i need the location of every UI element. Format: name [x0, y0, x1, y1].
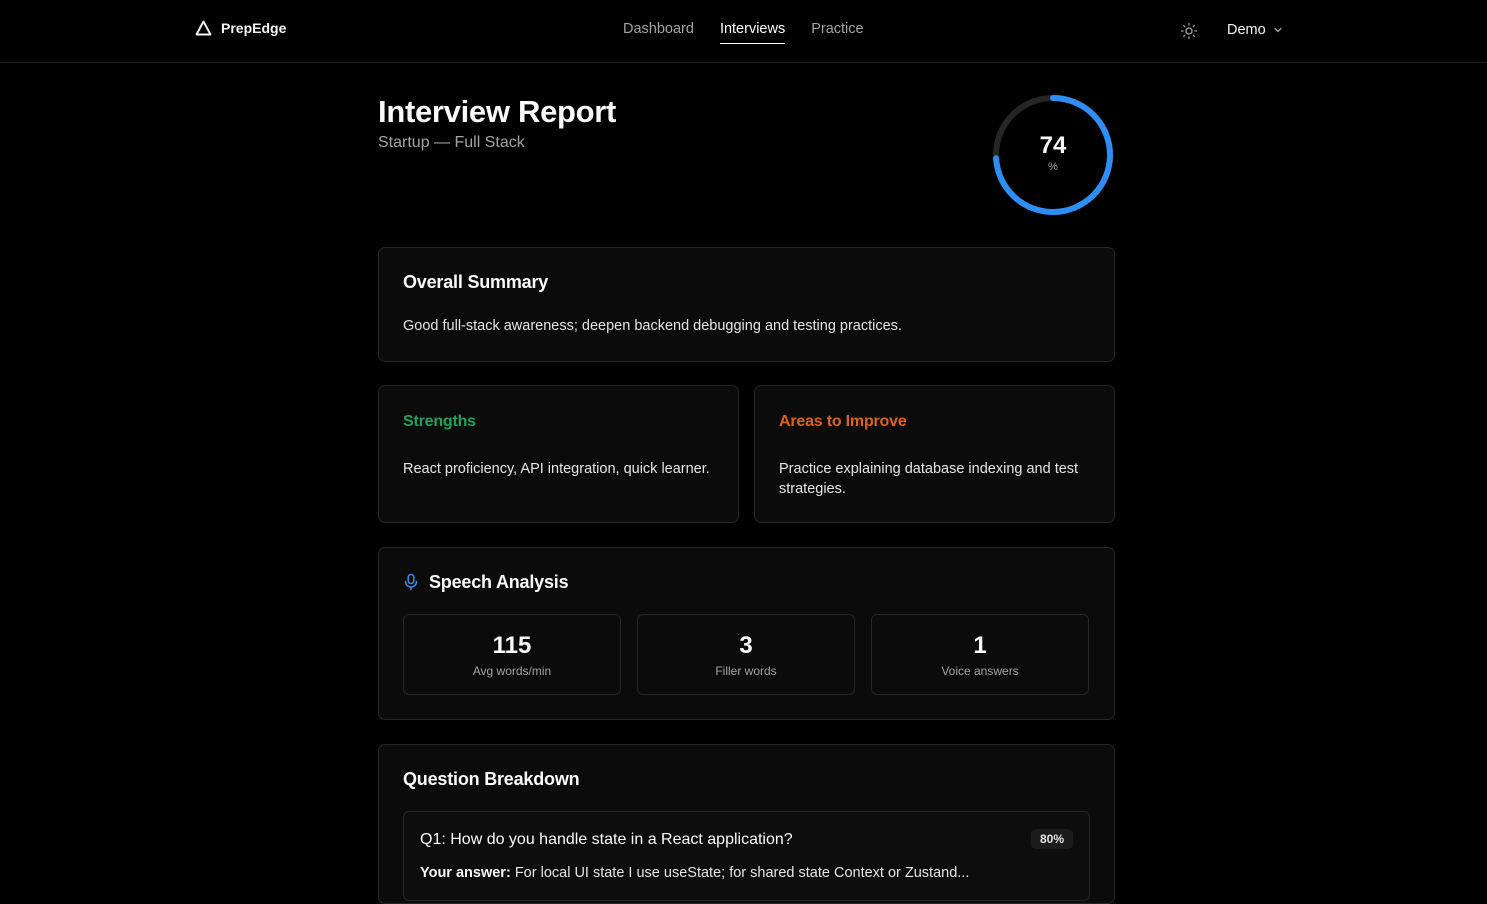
user-name: Demo	[1227, 22, 1266, 38]
stat-label: Avg words/min	[472, 664, 552, 678]
stat-filler-words: 3 Filler words	[637, 614, 855, 695]
strengths-card: Strengths React proficiency, API integra…	[378, 385, 739, 523]
stat-voice-answers: 1 Voice answers	[871, 614, 1089, 695]
strengths-title: Strengths	[403, 413, 476, 430]
strengths-text: React proficiency, API integration, quic…	[403, 461, 710, 477]
question-score-badge: 80%	[1030, 829, 1073, 849]
stat-value: 3	[739, 632, 753, 659]
answer-text: For local UI state I use useState; for s…	[514, 865, 970, 881]
stat-label: Filler words	[715, 664, 777, 678]
brand-name: PrepEdge	[221, 20, 287, 36]
summary-title: Overall Summary	[403, 272, 549, 292]
improve-title: Areas to Improve	[779, 413, 907, 430]
speech-analysis-card: Speech Analysis 115 Avg words/min 3 Fill…	[378, 547, 1115, 720]
chevron-down-icon	[1274, 27, 1282, 33]
score-value: 74	[1039, 132, 1067, 159]
stat-value: 1	[973, 632, 987, 659]
improve-text: Practice explaining database indexing an…	[779, 461, 1079, 497]
triangle-logo-icon	[195, 20, 212, 36]
summary-text: Good full-stack awareness; deepen backen…	[403, 318, 902, 334]
stat-avg-words: 115 Avg words/min	[403, 614, 621, 695]
brand-logo-link[interactable]: PrepEdge	[195, 20, 286, 36]
question-item[interactable]: Q1: How do you handle state in a React a…	[403, 811, 1090, 901]
question-breakdown-title: Question Breakdown	[403, 769, 580, 789]
stat-label: Voice answers	[941, 664, 1019, 678]
page-title: Interview Report	[378, 94, 617, 129]
speech-analysis-title: Speech Analysis	[429, 572, 569, 592]
user-menu-button[interactable]: Demo	[1227, 22, 1284, 38]
sun-icon[interactable]	[1180, 22, 1198, 40]
answer-label: Your answer:	[420, 865, 511, 881]
microphone-icon	[404, 573, 418, 591]
nav-link-dashboard[interactable]: Dashboard	[623, 21, 694, 44]
page-subtitle: Startup — Full Stack	[378, 134, 525, 151]
question-breakdown-card: Question Breakdown Q1: How do you handle…	[378, 744, 1115, 904]
top-navbar: PrepEdge Dashboard Interviews Practice D…	[0, 0, 1487, 63]
question-text: Q1: How do you handle state in a React a…	[420, 831, 793, 848]
nav-link-practice[interactable]: Practice	[811, 21, 863, 44]
stat-value: 115	[492, 632, 532, 659]
main-nav: Dashboard Interviews Practice	[623, 21, 864, 44]
score-unit: %	[1048, 161, 1058, 173]
improve-card: Areas to Improve Practice explaining dat…	[754, 385, 1115, 523]
nav-link-interviews[interactable]: Interviews	[719, 21, 786, 44]
answer-line: Your answer: For local UI state I use us…	[420, 865, 969, 881]
summary-card: Overall Summary Good full-stack awarenes…	[378, 247, 1115, 362]
